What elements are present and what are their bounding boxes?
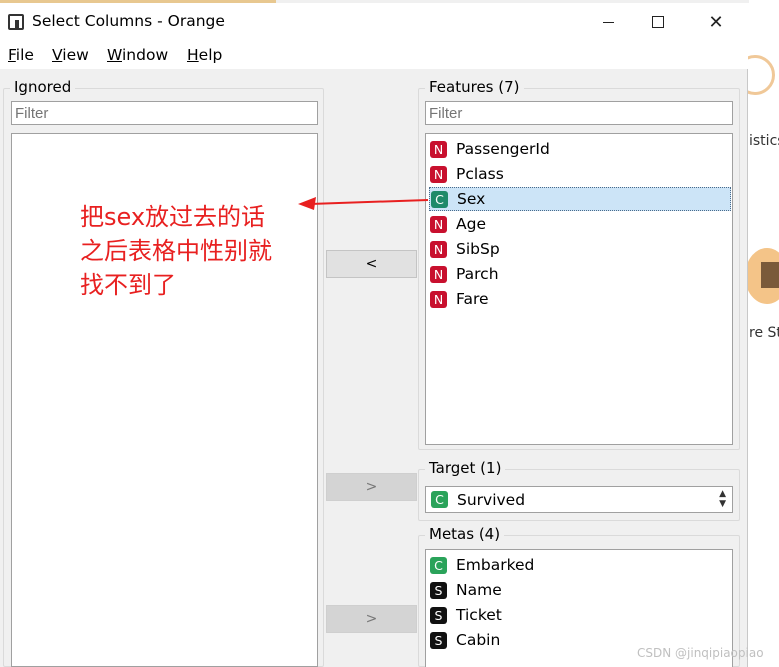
meta-name: Cabin [456,631,501,649]
numeric-type-icon: N [430,265,447,283]
ignored-filter-input[interactable] [11,101,318,125]
string-type-icon: S [430,606,447,624]
menu-help-label: elp [198,46,223,64]
menu-window[interactable]: Window [107,46,168,64]
feature-item-pclass[interactable]: N Pclass [430,162,504,186]
widget-glyph-icon [761,262,779,288]
annotation-line: 找不到了 [80,271,176,299]
feature-name: SibSp [456,240,500,258]
feature-item-parch[interactable]: N Parch [430,262,499,286]
string-type-icon: S [430,631,447,649]
minimize-icon [602,21,614,23]
numeric-type-icon: N [430,165,447,183]
categorical-type-icon: C [431,491,448,508]
annotation-line: 之后表格中性别就 [80,237,272,265]
title-bar[interactable]: Select Columns - Orange ✕ [0,3,748,41]
meta-name: Name [456,581,502,599]
spin-arrows-icon[interactable]: ▲ ▼ [719,489,726,509]
menu-view[interactable]: View [52,46,89,64]
meta-name: Ticket [456,606,502,624]
feature-item-sibsp[interactable]: N SibSp [430,237,500,261]
numeric-type-icon: N [430,240,447,258]
window-title: Select Columns - Orange [32,12,225,30]
move-to-ignored-button[interactable]: < [326,250,417,278]
feature-item-age[interactable]: N Age [430,212,486,236]
menu-file-mnemonic: F [8,46,16,64]
ignored-title: Ignored [10,78,76,96]
meta-item-embarked[interactable]: C Embarked [430,553,534,577]
numeric-type-icon: N [430,215,447,233]
feature-name: Age [456,215,486,233]
menu-help-mnemonic: H [187,46,199,64]
watermark: CSDN @jinqipiaopiao [637,646,764,660]
close-icon: ✕ [708,11,724,33]
background-widget-label: istics [749,133,779,149]
menu-file[interactable]: File [8,46,34,64]
numeric-type-icon: N [430,140,447,158]
menu-file-label: ile [15,46,34,64]
target-title: Target (1) [425,459,506,477]
features-list[interactable]: N PassengerId N Pclass C Sex N Age N SibSp NP… [425,133,733,445]
meta-item-ticket[interactable]: S Ticket [430,603,502,627]
maximize-icon [652,16,664,28]
string-type-icon: S [430,581,447,599]
features-filter-input[interactable] [425,101,733,125]
meta-item-cabin[interactable]: S Cabin [430,628,500,652]
numeric-type-icon: N [430,290,447,308]
menu-view-label: iew [62,46,89,64]
metas-title: Metas (4) [425,525,505,543]
target-value: Survived [457,490,526,509]
categorical-type-icon: C [431,190,448,208]
select-columns-window: Select Columns - Orange ✕ File View Wind… [0,3,748,667]
feature-item-sex[interactable]: C Sex [429,187,731,211]
annotation-line: 把sex放过去的话 [80,203,266,231]
move-to-target-button[interactable]: > [326,473,417,501]
menu-window-label: indow [122,46,169,64]
feature-name: PassengerId [456,140,550,158]
background-widget-label-2: re St [749,325,779,341]
features-title: Features (7) [425,78,524,96]
annotation-arrow-icon [298,197,429,210]
meta-name: Embarked [456,556,535,574]
menu-help[interactable]: Help [187,46,222,64]
annotation-text: 把sex放过去的话 之后表格中性别就 找不到了 [80,200,310,302]
meta-item-name[interactable]: S Name [430,578,502,602]
maximize-button[interactable] [635,3,681,41]
feature-name: Parch [456,265,499,283]
categorical-type-icon: C [430,556,447,574]
feature-name: Fare [456,290,489,308]
menu-window-mnemonic: W [107,46,122,64]
feature-item-passengerid[interactable]: N PassengerId [430,137,550,161]
menu-bar: File View Window Help [0,41,748,69]
app-icon [8,14,24,30]
move-to-metas-button[interactable]: > [326,605,417,633]
menu-view-mnemonic: V [52,46,63,64]
feature-item-fare[interactable]: N Fare [430,287,489,311]
target-combo[interactable]: C Survived ▲ ▼ [425,486,733,513]
feature-name: Pclass [456,165,504,183]
minimize-button[interactable] [585,3,631,41]
feature-name: Sex [457,190,486,208]
close-button[interactable]: ✕ [693,3,739,41]
